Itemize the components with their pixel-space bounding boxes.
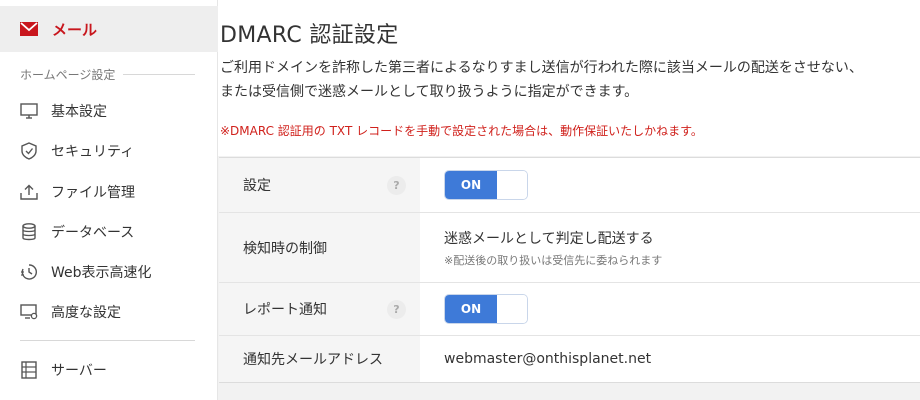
setting-label-cell: 設定 ? [219,158,420,212]
sidebar-item-basic-settings[interactable]: 基本設定 [0,93,218,129]
toggle-on-label: ON [445,295,497,323]
page-description: ご利用ドメインを詐称した第三者によるなりすまし送信が行われた際に該当メールの配送… [220,56,910,104]
page-title: DMARC 認証設定 [220,23,399,48]
sidebar-section-homepage: ホームページ設定 [20,66,195,83]
sidebar-item-label: データベース [51,225,135,241]
detection-label-cell: 検知時の制御 [219,213,420,282]
sidebar-item-advanced-settings[interactable]: 高度な設定 [0,294,218,330]
help-icon[interactable]: ? [387,176,406,195]
sidebar-item-label: メール [52,20,98,39]
shield-icon [20,142,38,160]
report-toggle[interactable]: ON [444,294,528,324]
report-label: レポート通知 [243,302,327,318]
description-line: ご利用ドメインを詐称した第三者によるなりすまし送信が行われた際に該当メールの配送… [220,60,863,76]
detection-label: 検知時の制御 [243,240,327,257]
sidebar-item-label: Web表示高速化 [51,265,152,281]
dmarc-toggle[interactable]: ON [444,170,528,200]
detection-value-cell: 迷惑メールとして判定し配送する ※配送後の取り扱いは受信先に委ねられます [420,213,920,282]
settings-panel: 設定 ? ON 検知時の制御 迷惑メールとして判定し配送する ※配送後の取り扱い… [219,157,920,383]
sidebar: メール ホームページ設定 基本設定 セキュリティ ファイル管理 データベース W… [0,0,218,400]
sidebar-item-label: ファイル管理 [51,185,135,201]
setting-label: 設定 [243,178,271,194]
report-row: レポート通知 ? ON [219,283,920,335]
monitor-icon [20,102,38,120]
address-label-cell: 通知先メールアドレス [219,336,420,382]
address-value-cell: webmaster@onthisplanet.net [420,336,920,382]
warning-text: ※DMARC 認証用の TXT レコードを手動で設定された場合は、動作保証いたし… [220,124,703,138]
page-header: DMARC 認証設定 ご利用ドメインを詐称した第三者によるなりすまし送信が行われ… [218,0,920,156]
speed-icon [20,263,38,281]
report-value-cell: ON [420,283,920,335]
mail-icon [20,22,38,36]
upload-icon [20,183,38,201]
database-icon [20,223,38,241]
server-list-icon [20,361,38,379]
sidebar-item-web-speed[interactable]: Web表示高速化 [0,254,218,290]
detection-row: 検知時の制御 迷惑メールとして判定し配送する ※配送後の取り扱いは受信先に委ねら… [219,213,920,282]
sidebar-item-label: サーバー [51,363,107,379]
address-row: 通知先メールアドレス webmaster@onthisplanet.net [219,336,920,382]
description-line: または受信側で迷惑メールとして取り扱うように指定ができます。 [220,84,639,100]
sidebar-item-mail[interactable]: メール [0,6,218,52]
sidebar-item-database[interactable]: データベース [0,214,218,250]
help-icon[interactable]: ? [387,300,406,319]
toggle-knob [497,295,527,323]
address-label: 通知先メールアドレス [243,352,383,368]
toggle-on-label: ON [445,171,497,199]
sidebar-item-security[interactable]: セキュリティ [0,133,218,169]
sidebar-item-server[interactable]: サーバー [0,352,218,388]
sidebar-item-label: 基本設定 [51,104,107,120]
section-title: ホームページ設定 [20,68,116,82]
address-value: webmaster@onthisplanet.net [444,351,652,367]
sidebar-item-label: 高度な設定 [51,305,121,321]
toggle-knob [497,171,527,199]
main-content: DMARC 認証設定 ご利用ドメインを詐称した第三者によるなりすまし送信が行われ… [218,0,920,400]
sidebar-item-label: セキュリティ [51,144,135,160]
detection-value: 迷惑メールとして判定し配送する [444,230,654,247]
report-label-cell: レポート通知 ? [219,283,420,335]
section-divider [123,74,195,75]
sidebar-item-file-management[interactable]: ファイル管理 [0,174,218,210]
setting-row: 設定 ? ON [219,158,920,212]
monitor-gear-icon [20,303,38,321]
setting-value-cell: ON [420,158,920,212]
sidebar-divider [20,340,195,341]
detection-note: ※配送後の取り扱いは受信先に委ねられます [444,253,663,267]
